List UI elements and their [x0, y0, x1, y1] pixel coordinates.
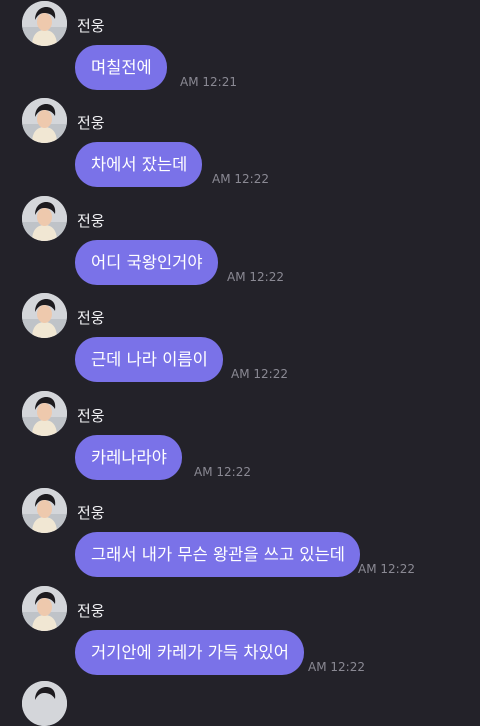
avatar-photo-icon	[22, 196, 67, 241]
message-bubble[interactable]: 어디 국왕인거야	[75, 240, 218, 285]
message-time: AM 12:22	[358, 562, 415, 576]
sender-avatar[interactable]	[22, 586, 67, 631]
message-time: AM 12:21	[180, 75, 237, 89]
message-time: AM 12:22	[308, 660, 365, 674]
sender-name: 전웅	[77, 309, 105, 327]
message-time: AM 12:22	[212, 172, 269, 186]
avatar-photo-icon	[22, 98, 67, 143]
message-row: 전웅 카레나라야 AM 12:22	[0, 391, 480, 488]
message-row: 전웅 그래서 내가 무슨 왕관을 쓰고 있는데 AM 12:22	[0, 488, 480, 585]
message-time: AM 12:22	[194, 465, 251, 479]
message-row: 전웅 차에서 잤는데 AM 12:22	[0, 98, 480, 195]
sender-name: 전웅	[77, 602, 105, 620]
sender-avatar-partial[interactable]	[22, 681, 67, 726]
message-row: 전웅 며칠전에 AM 12:21	[0, 1, 480, 98]
sender-avatar[interactable]	[22, 488, 67, 533]
avatar-photo-icon	[22, 391, 67, 436]
message-row: 전웅 어디 국왕인거야 AM 12:22	[0, 196, 480, 293]
sender-name: 전웅	[77, 212, 105, 230]
message-time: AM 12:22	[231, 367, 288, 381]
avatar-photo-icon	[22, 293, 67, 338]
message-bubble[interactable]: 거기안에 카레가 가득 차있어	[75, 630, 304, 675]
message-row: 전웅 거기안에 카레가 가득 차있어 AM 12:22	[0, 586, 480, 683]
sender-name: 전웅	[77, 17, 105, 35]
message-bubble[interactable]: 차에서 잤는데	[75, 142, 203, 187]
sender-name: 전웅	[77, 407, 105, 425]
message-time: AM 12:22	[227, 270, 284, 284]
message-bubble[interactable]: 카레나라야	[75, 435, 182, 480]
chat-message-list[interactable]: 전웅 며칠전에 AM 12:21 전웅 차에서 잤는데 AM 12:22 전웅 …	[0, 0, 480, 726]
sender-avatar[interactable]	[22, 1, 67, 46]
message-bubble[interactable]: 며칠전에	[75, 45, 167, 90]
sender-name: 전웅	[77, 504, 105, 522]
sender-avatar[interactable]	[22, 196, 67, 241]
message-row: 전웅 근데 나라 이름이 AM 12:22	[0, 293, 480, 390]
avatar-photo-icon	[22, 488, 67, 533]
sender-name: 전웅	[77, 114, 105, 132]
avatar-photo-icon	[22, 586, 67, 631]
message-bubble[interactable]: 그래서 내가 무슨 왕관을 쓰고 있는데	[75, 532, 360, 577]
avatar-photo-icon	[22, 1, 67, 46]
message-bubble[interactable]: 근데 나라 이름이	[75, 337, 223, 382]
sender-avatar[interactable]	[22, 391, 67, 436]
sender-avatar[interactable]	[22, 293, 67, 338]
sender-avatar[interactable]	[22, 98, 67, 143]
avatar-photo-icon	[22, 681, 67, 726]
